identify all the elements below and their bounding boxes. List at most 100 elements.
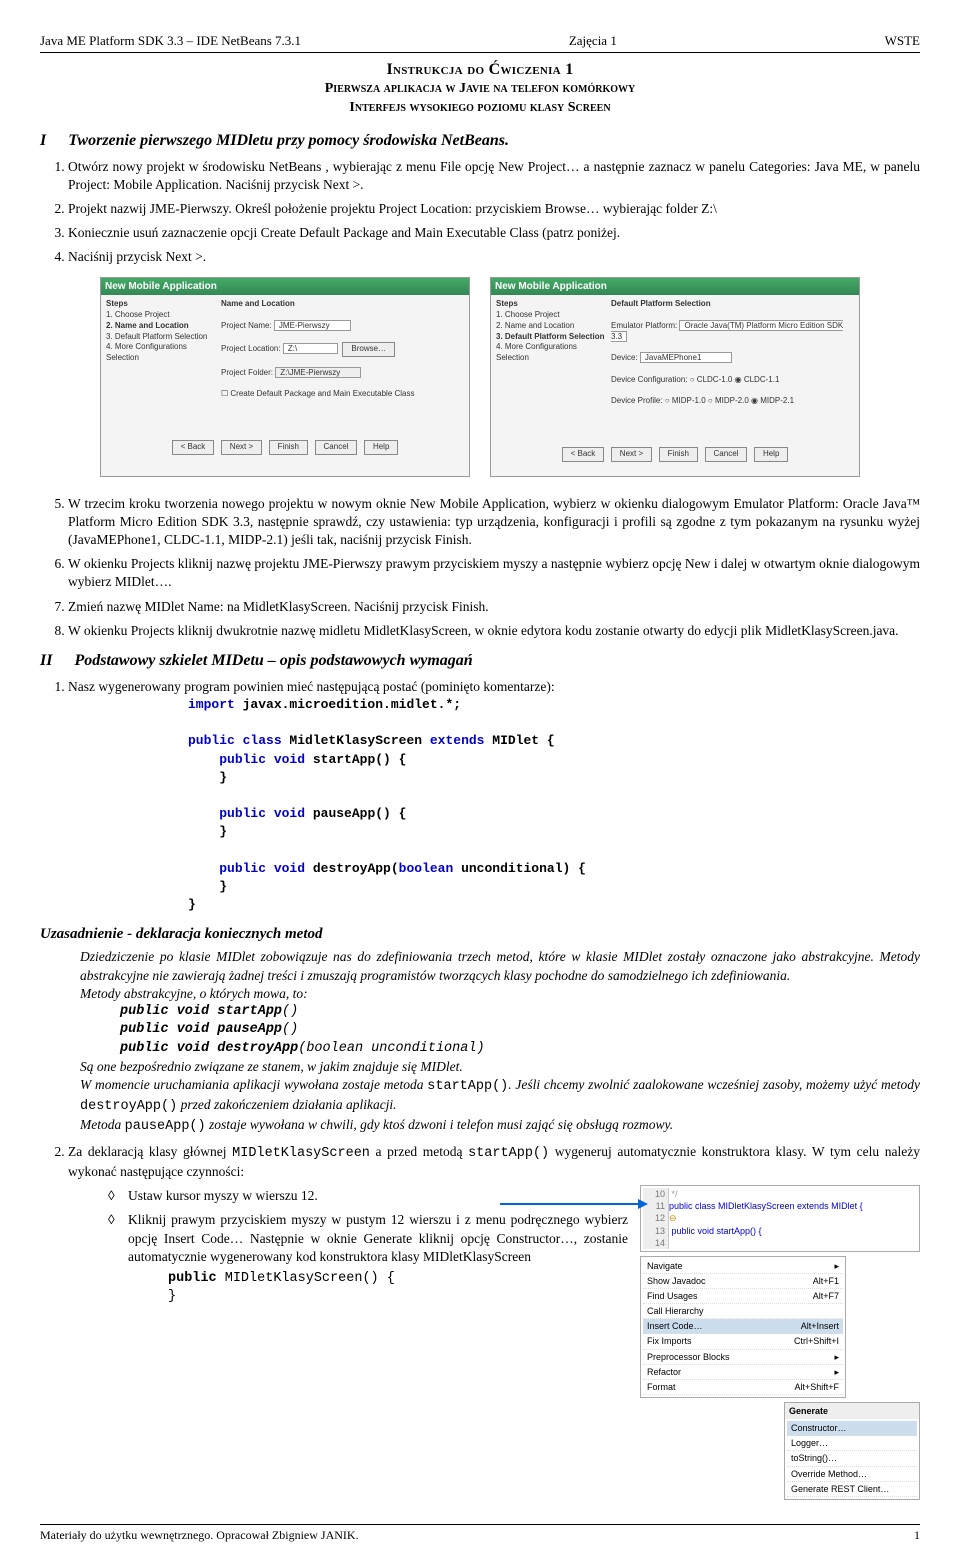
em-label: Emulator Platform: [611, 321, 677, 330]
c-close4: } [188, 897, 196, 912]
steps-label-1: Steps [106, 299, 128, 308]
header-right: WSTE [885, 32, 920, 50]
gen-logger[interactable]: Logger… [787, 1436, 917, 1451]
step-b3: 3. Default Platform Selection [496, 332, 604, 341]
dev-select[interactable]: JavaMEPhone1 [640, 352, 732, 363]
uz-p3: Są one bezpośrednio związane ze stanem, … [80, 1058, 920, 1076]
radio-sel-icon[interactable]: ◉ [735, 375, 742, 384]
c-startapp: startApp() { [313, 752, 407, 767]
platform-head: Default Platform Selection [611, 299, 711, 308]
menu-pre[interactable]: Preprocessor Blocks▸ [643, 1350, 843, 1365]
step-2: Projekt nazwij JME-Pierwszy. Określ poło… [68, 200, 920, 218]
kw-boolean: boolean [399, 861, 454, 876]
radio-sel-icon-2[interactable]: ◉ [751, 396, 758, 405]
kw-extends: extends [430, 733, 485, 748]
dialog-name-location: New Mobile Application Steps 1. Choose P… [100, 277, 470, 477]
projloc-input[interactable]: Z:\ [283, 343, 338, 354]
section-ii-list: Nasz wygenerowany program powinien mieć … [68, 678, 920, 914]
abs-method-3: public void destroyApp(boolean unconditi… [120, 1040, 920, 1058]
abs-method-1: public void startApp() [120, 1003, 920, 1021]
c-close3: } [219, 879, 227, 894]
step-3: Koniecznie usuń zaznaczenie opcji Create… [68, 224, 920, 242]
back-button-1[interactable]: < Back [172, 440, 215, 455]
title-sub1: Pierwsza aplikacja w Javie na telefon ko… [40, 80, 920, 99]
dialog-title-2: New Mobile Application [491, 278, 859, 296]
header-center: Zajęcia 1 [569, 32, 617, 50]
finish-button-1[interactable]: Finish [269, 440, 308, 455]
menu-insert[interactable]: Insert Code…Alt+Insert [643, 1319, 843, 1334]
finish-button-2[interactable]: Finish [659, 447, 698, 462]
projname-label: Project Name: [221, 321, 272, 330]
step-a1: 1. Choose Project [106, 310, 170, 319]
step-a2: 2. Name and Location [106, 321, 189, 330]
c-import-path: javax.microedition.midlet.*; [235, 697, 461, 712]
uz-p5: Metoda pauseApp() zostaje wywołana w chw… [80, 1116, 920, 1136]
menu-ref[interactable]: Refactor▸ [643, 1365, 843, 1380]
gen-title: Generate [785, 1403, 919, 1419]
generate-popup[interactable]: Generate Constructor… Logger… toString()… [784, 1402, 920, 1500]
section-ii-head: II Podstawowy szkielet MIDetu – opis pod… [40, 650, 920, 672]
radio-icon-3[interactable]: ○ [708, 396, 713, 405]
step-a4: 4. More Configurations Selection [106, 342, 187, 362]
footer-right: 1 [914, 1527, 920, 1543]
projfolder-label: Project Folder: [221, 368, 273, 377]
step-b1: 1. Choose Project [496, 310, 560, 319]
title-block: Instrukcja do Ćwiczenia 1 Pierwsza aplik… [40, 59, 920, 118]
projname-input[interactable]: JME-Pierwszy [274, 320, 351, 331]
menu-fmt[interactable]: FormatAlt+Shift+F [643, 1380, 843, 1395]
code-block-1: import javax.microedition.midlet.*; publ… [188, 696, 920, 914]
header-left: Java ME Platform SDK 3.3 – IDE NetBeans … [40, 32, 301, 50]
step-6: W okienku Projects kliknij nazwę projekt… [68, 555, 920, 591]
section-i-list: Otwórz nowy projekt w środowisku NetBean… [68, 158, 920, 267]
dev-label: Device: [611, 353, 638, 362]
radio-icon-2[interactable]: ○ [665, 396, 670, 405]
uzasadnienie-head: Uzasadnienie - deklaracja koniecznych me… [40, 924, 920, 944]
c-close1: } [219, 770, 227, 785]
page-header: Java ME Platform SDK 3.3 – IDE NetBeans … [40, 32, 920, 53]
gen-constructor[interactable]: Constructor… [787, 1421, 917, 1436]
radio-icon[interactable]: ○ [690, 375, 695, 384]
dialog-title-1: New Mobile Application [101, 278, 469, 296]
title-main: Instrukcja do Ćwiczenia 1 [40, 59, 920, 81]
projloc-label: Project Location: [221, 344, 281, 353]
page-footer: Materiały do użytku wewnętrznego. Opraco… [40, 1524, 920, 1543]
title-sub2: Interfejs wysokiego poziomu klasy Screen [40, 99, 920, 118]
menu-fix[interactable]: Fix ImportsCtrl+Shift+I [643, 1334, 843, 1349]
cfg-b: CLDC-1.1 [744, 375, 780, 384]
uz-p1: Dziedziczenie po klasie MIDlet zobowiązu… [80, 948, 920, 984]
back-button-2[interactable]: < Back [562, 447, 605, 462]
checkbox-icon[interactable]: ☐ [221, 389, 228, 398]
c-destroy1: destroyApp( [313, 861, 399, 876]
section-ii-title: Podstawowy szkielet MIDetu – opis podsta… [74, 652, 472, 669]
kw-pv3: public void [219, 861, 313, 876]
diamond-list: Ustaw kursor myszy w wierszu 12. Kliknij… [108, 1187, 920, 1306]
section-ii-list-2: Za deklaracją klasy głównej MIDletKlasyS… [68, 1143, 920, 1504]
step-a3: 3. Default Platform Selection [106, 332, 207, 341]
step-b4: 4. More Configurations Selection [496, 342, 577, 362]
step-8: W okienku Projects kliknij dwukrotnie na… [68, 622, 920, 640]
prof-b: MIDP-2.0 [715, 396, 749, 405]
prof-label: Device Profile: [611, 396, 663, 405]
c-close2: } [219, 824, 227, 839]
cancel-button-1[interactable]: Cancel [315, 440, 358, 455]
section-i-num: I [40, 132, 46, 149]
menu-callh[interactable]: Call Hierarchy [643, 1304, 843, 1319]
c-class-name: MidletKlasyScreen [289, 733, 429, 748]
next-button-1[interactable]: Next > [221, 440, 262, 455]
cancel-button-2[interactable]: Cancel [705, 447, 748, 462]
help-button-2[interactable]: Help [754, 447, 788, 462]
section-ii-num: II [40, 652, 52, 669]
section-i-title: Tworzenie pierwszego MIDletu przy pomocy… [68, 132, 509, 149]
projfolder-value: Z:\JME-Pierwszy [275, 367, 361, 378]
browse-button[interactable]: Browse… [342, 342, 395, 357]
gen-override[interactable]: Override Method… [787, 1467, 917, 1482]
gen-tostring[interactable]: toString()… [787, 1451, 917, 1466]
kw-public-class: public class [188, 733, 289, 748]
help-button-1[interactable]: Help [364, 440, 398, 455]
kw-pv1: public void [219, 752, 313, 767]
next-button-2[interactable]: Next > [611, 447, 652, 462]
step-4: Naciśnij przycisk Next >. [68, 248, 920, 266]
abs-method-2: public void pauseApp() [120, 1021, 920, 1039]
step-b2: 2. Name and Location [496, 321, 574, 330]
gen-rest[interactable]: Generate REST Client… [787, 1482, 917, 1497]
